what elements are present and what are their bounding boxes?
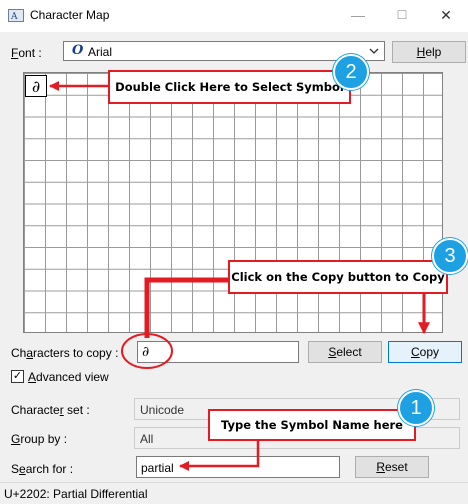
highlight-ellipse <box>121 333 173 369</box>
callout-copy-button: Click on the Copy button to Copy <box>228 260 448 294</box>
step-badge-1: 1 <box>398 390 434 426</box>
arrow-to-search-input <box>179 440 260 471</box>
step-badge-3: 3 <box>432 238 468 274</box>
callout-double-click: Double Click Here to Select Symbol <box>108 70 351 104</box>
callout-search-name: Type the Symbol Name here <box>208 409 416 441</box>
step-badge-2: 2 <box>333 54 369 90</box>
thick-line-to-copy-field <box>144 277 230 338</box>
